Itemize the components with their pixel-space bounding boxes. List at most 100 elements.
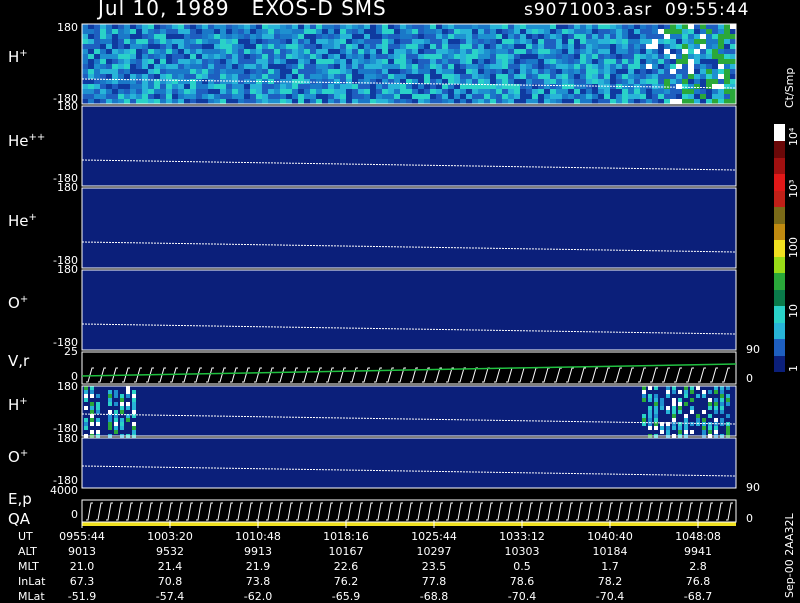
e-p-tick bbox=[596, 502, 603, 521]
ephemeris-cell: -68.8 bbox=[419, 590, 449, 603]
v-r-tick bbox=[650, 367, 658, 383]
v-r-tick bbox=[290, 367, 298, 383]
v-r-tick bbox=[314, 367, 322, 383]
e-p-tick bbox=[326, 502, 333, 521]
e-p-tick bbox=[546, 502, 553, 521]
ephemeris-cell: 77.8 bbox=[421, 575, 447, 588]
v-r-tick bbox=[266, 367, 274, 383]
v-r-tick bbox=[242, 367, 250, 383]
e-p-tick bbox=[506, 502, 513, 521]
v-r-tick bbox=[614, 367, 622, 383]
v-r-tick bbox=[218, 367, 226, 383]
ephemeris-cell: 23.5 bbox=[421, 560, 447, 573]
ephemeris-cell: 1048:08 bbox=[675, 530, 721, 543]
panel-border bbox=[81, 23, 737, 105]
ephemeris-cell: 10297 bbox=[416, 545, 452, 558]
pitch-angle-trace bbox=[81, 413, 737, 425]
e-p-tick bbox=[526, 502, 533, 521]
e-p-tick bbox=[446, 502, 453, 521]
e-p-tick bbox=[406, 502, 413, 521]
ephemeris-cell: 21.9 bbox=[245, 560, 271, 573]
panel-border bbox=[81, 385, 737, 437]
e-p-tick bbox=[176, 502, 183, 521]
ephemeris-cell: 1018:16 bbox=[323, 530, 369, 543]
pitch-angle-trace bbox=[81, 241, 737, 253]
pitch-angle-traces bbox=[81, 23, 737, 523]
ephemeris-cell: 76.2 bbox=[333, 575, 359, 588]
v-r-tick bbox=[566, 367, 574, 383]
ephemeris-cell: 1040:40 bbox=[587, 530, 633, 543]
v-r-tick bbox=[674, 367, 682, 383]
e-p-tick bbox=[686, 502, 693, 521]
e-p-tick bbox=[536, 502, 543, 521]
v-r-tick bbox=[530, 367, 538, 383]
e-p-tick bbox=[196, 502, 203, 521]
e-p-tick bbox=[266, 502, 273, 521]
e-p-tick bbox=[576, 502, 583, 521]
e-p-tick bbox=[486, 502, 493, 521]
ephemeris-cell: 1033:12 bbox=[499, 530, 545, 543]
e-p-tick bbox=[586, 502, 593, 521]
e-p-tick bbox=[346, 502, 353, 521]
ephemeris-cell: 10184 bbox=[592, 545, 628, 558]
v-r-trace bbox=[81, 363, 737, 377]
e-p-tick bbox=[106, 502, 113, 521]
e-p-tick bbox=[666, 502, 673, 521]
ephemeris-cell: 10167 bbox=[328, 545, 364, 558]
e-p-tick bbox=[436, 502, 443, 521]
ephemeris-cell: 1025:44 bbox=[411, 530, 457, 543]
v-r-tick bbox=[326, 367, 334, 383]
e-p-tick bbox=[656, 502, 663, 521]
ephemeris-row-label: MLat bbox=[18, 590, 45, 603]
v-r-tick bbox=[722, 367, 730, 383]
ephemeris-cell: -65.9 bbox=[331, 590, 361, 603]
ephemeris-cell: 9532 bbox=[156, 545, 184, 558]
x-tick-marks bbox=[81, 520, 699, 528]
v-r-tick bbox=[278, 367, 286, 383]
v-r-tick bbox=[470, 367, 478, 383]
ephemeris-row-label: ALT bbox=[18, 545, 37, 558]
v-r-tick bbox=[578, 367, 586, 383]
e-p-tick bbox=[556, 502, 563, 521]
e-p-tick bbox=[276, 502, 283, 521]
ephemeris-cell: -68.7 bbox=[683, 590, 713, 603]
e-p-tick bbox=[316, 502, 323, 521]
panel-border bbox=[81, 187, 737, 269]
e-p-tick bbox=[206, 502, 213, 521]
ephemeris-row-label: UT bbox=[18, 530, 33, 543]
e-p-tick bbox=[566, 502, 573, 521]
ephemeris-cell: 21.4 bbox=[157, 560, 183, 573]
e-p-tick bbox=[646, 502, 653, 521]
e-p-tick bbox=[256, 502, 263, 521]
ephemeris-cell: 78.2 bbox=[597, 575, 623, 588]
v-r-tick bbox=[302, 367, 310, 383]
v-r-tick bbox=[350, 367, 358, 383]
e-p-tick bbox=[126, 502, 133, 521]
v-r-tick bbox=[590, 367, 598, 383]
panel-border bbox=[81, 269, 737, 351]
ephemeris-cell: 1010:48 bbox=[235, 530, 281, 543]
trace-overlay bbox=[81, 23, 737, 528]
e-p-tick bbox=[246, 502, 253, 521]
v-r-tick bbox=[446, 367, 454, 383]
e-p-tick bbox=[696, 502, 703, 521]
e-p-tick bbox=[456, 502, 463, 521]
e-p-tick bbox=[306, 502, 313, 521]
v-r-tick bbox=[626, 367, 634, 383]
e-p-tick bbox=[166, 502, 173, 521]
v-r-tick bbox=[554, 367, 562, 383]
v-r-tick bbox=[458, 367, 466, 383]
e-p-tick bbox=[186, 502, 193, 521]
pitch-angle-trace bbox=[81, 465, 737, 477]
ephemeris-cell: 0.5 bbox=[513, 560, 531, 573]
ephemeris-cell: 1003:20 bbox=[147, 530, 193, 543]
ephemeris-cell: -62.0 bbox=[243, 590, 273, 603]
e-p-tick bbox=[156, 502, 163, 521]
e-p-tick bbox=[236, 502, 243, 521]
v-r-tick bbox=[602, 367, 610, 383]
v-r-tick bbox=[698, 367, 706, 383]
e-p-tick bbox=[86, 502, 93, 521]
e-p-tick bbox=[396, 502, 403, 521]
ephemeris-cell: -57.4 bbox=[155, 590, 185, 603]
panel-border bbox=[81, 105, 737, 187]
